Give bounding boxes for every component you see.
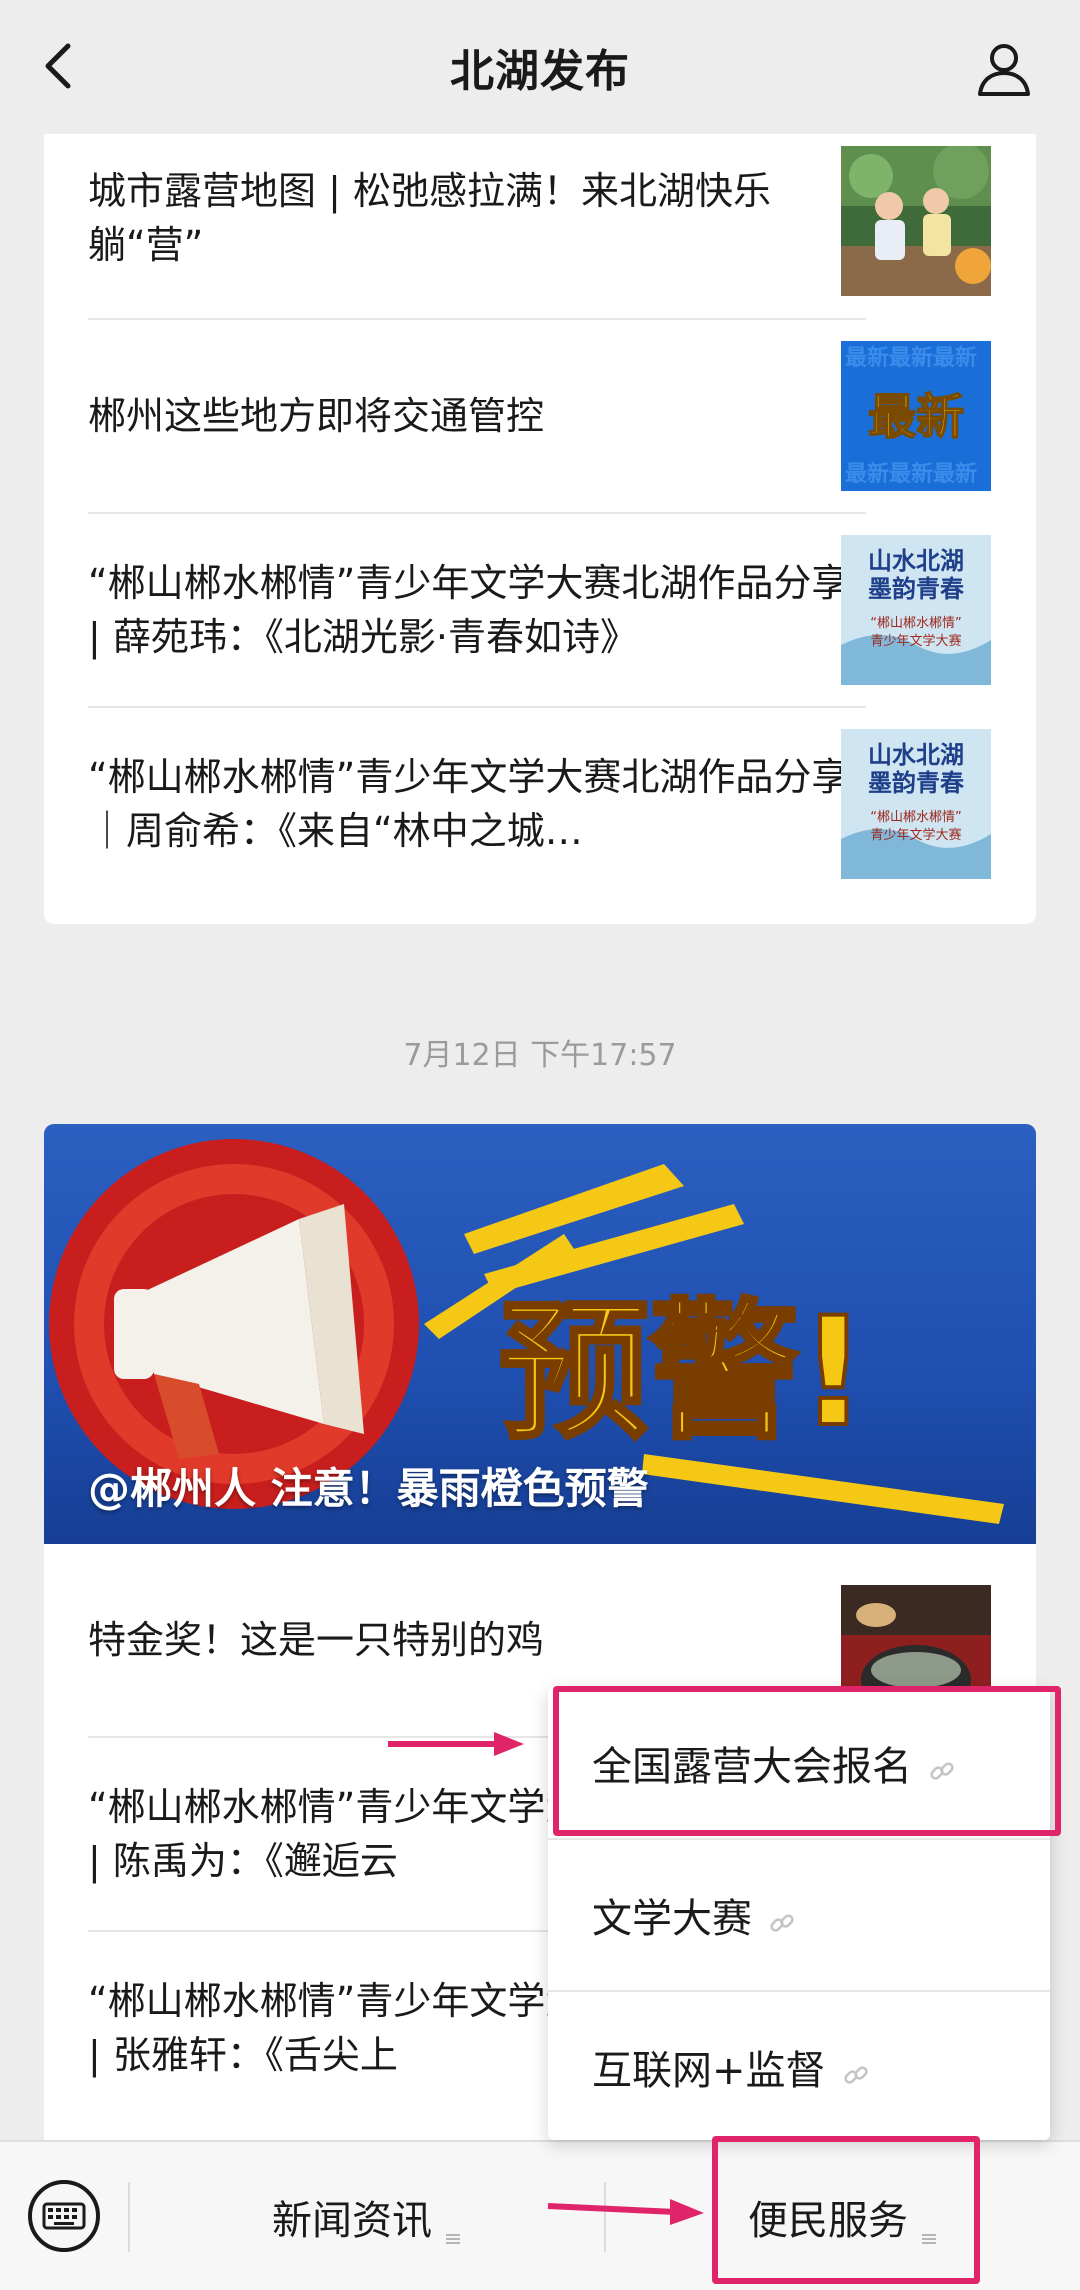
svg-text:“郴山郴水郴情”: “郴山郴水郴情” <box>870 810 961 825</box>
article-title: 城市露营地图 | 松弛感拉满！来北湖快乐躺“营” <box>88 169 771 267</box>
back-arrow-icon[interactable] <box>30 36 90 96</box>
article-title: 郴州这些地方即将交通管控 <box>88 394 545 438</box>
article-group-card: 城市露营地图 | 松弛感拉满！来北湖快乐躺“营” 郴州这些地方即将交通管控 最新… <box>44 124 1036 924</box>
menu-tab-news[interactable]: 新闻资讯 <box>130 2142 604 2290</box>
article-thumbnail: 最新最新最新 最新最新最新 最新 <box>841 341 991 491</box>
menu-item-label: 文学大赛 <box>592 1896 752 1942</box>
thumb-text: 最新 <box>868 389 964 445</box>
annotation-arrow-icon <box>386 1726 526 1766</box>
svg-text:最新最新最新: 最新最新最新 <box>845 345 977 371</box>
top-bar: 北湖发布 <box>0 0 1080 134</box>
svg-text:山水北湖: 山水北湖 <box>868 546 964 575</box>
menu-tab-label: 新闻资讯 <box>272 2198 432 2244</box>
headline-banner[interactable]: 预警! @郴州人 注意！暴雨橙色预警 <box>44 1124 1036 1544</box>
article-item[interactable]: 城市露营地图 | 松弛感拉满！来北湖快乐躺“营” <box>88 134 866 302</box>
article-title: “郴山郴水郴情”青少年文学大赛北湖作品分享 | 薛苑玮：《北湖光影·青春如诗》 <box>88 561 850 659</box>
highlight-box-services <box>712 2136 980 2284</box>
link-icon <box>768 1901 796 1932</box>
svg-text:最新最新最新: 最新最新最新 <box>845 461 977 487</box>
svg-text:山水北湖: 山水北湖 <box>868 740 964 769</box>
banner-big-text: 预警! <box>499 1286 867 1460</box>
article-thumbnail <box>841 146 991 296</box>
svg-text:墨韵青春: 墨韵青春 <box>868 574 964 603</box>
message-timestamp: 7月12日 下午17:57 <box>403 1038 677 1073</box>
submenu-icon <box>444 2210 462 2244</box>
annotation-arrow-icon <box>546 2192 706 2232</box>
highlight-box-camping <box>553 1686 1061 1836</box>
menu-item-internet-supervision[interactable]: 互联网+监督 <box>548 1992 1050 2142</box>
article-item[interactable]: “郴山郴水郴情”青少年文学大赛北湖作品分享 | 薛苑玮：《北湖光影·青春如诗》 <box>88 514 866 706</box>
svg-text:青少年文学大赛: 青少年文学大赛 <box>870 633 961 649</box>
svg-text:墨韵青春: 墨韵青春 <box>868 768 964 797</box>
page-title: 北湖发布 <box>450 46 630 97</box>
article-thumbnail: 山水北湖 墨韵青春 “郴山郴水郴情” 青少年文学大赛 <box>841 535 991 685</box>
keyboard-icon[interactable] <box>24 2176 104 2256</box>
profile-icon[interactable] <box>972 36 1036 100</box>
article-item[interactable]: 郴州这些地方即将交通管控 <box>88 320 866 512</box>
svg-text:青少年文学大赛: 青少年文学大赛 <box>870 827 961 843</box>
article-item[interactable]: “郴山郴水郴情”青少年文学大赛北湖作品分享｜周俞希：《来自“林中之城… <box>88 708 866 900</box>
menu-item-label: 互联网+监督 <box>592 2048 826 2094</box>
link-icon <box>842 2053 870 2084</box>
article-thumbnail: 山水北湖 墨韵青春 “郴山郴水郴情” 青少年文学大赛 <box>841 729 991 879</box>
svg-text:“郴山郴水郴情”: “郴山郴水郴情” <box>870 616 961 631</box>
menu-item-literature-contest[interactable]: 文学大赛 <box>548 1840 1050 1990</box>
banner-caption: @郴州人 注意！暴雨橙色预警 <box>88 1464 649 1513</box>
article-title: 特金奖！这是一只特别的鸡 <box>88 1618 545 1662</box>
article-title: “郴山郴水郴情”青少年文学大赛北湖作品分享｜周俞希：《来自“林中之城… <box>88 755 850 853</box>
